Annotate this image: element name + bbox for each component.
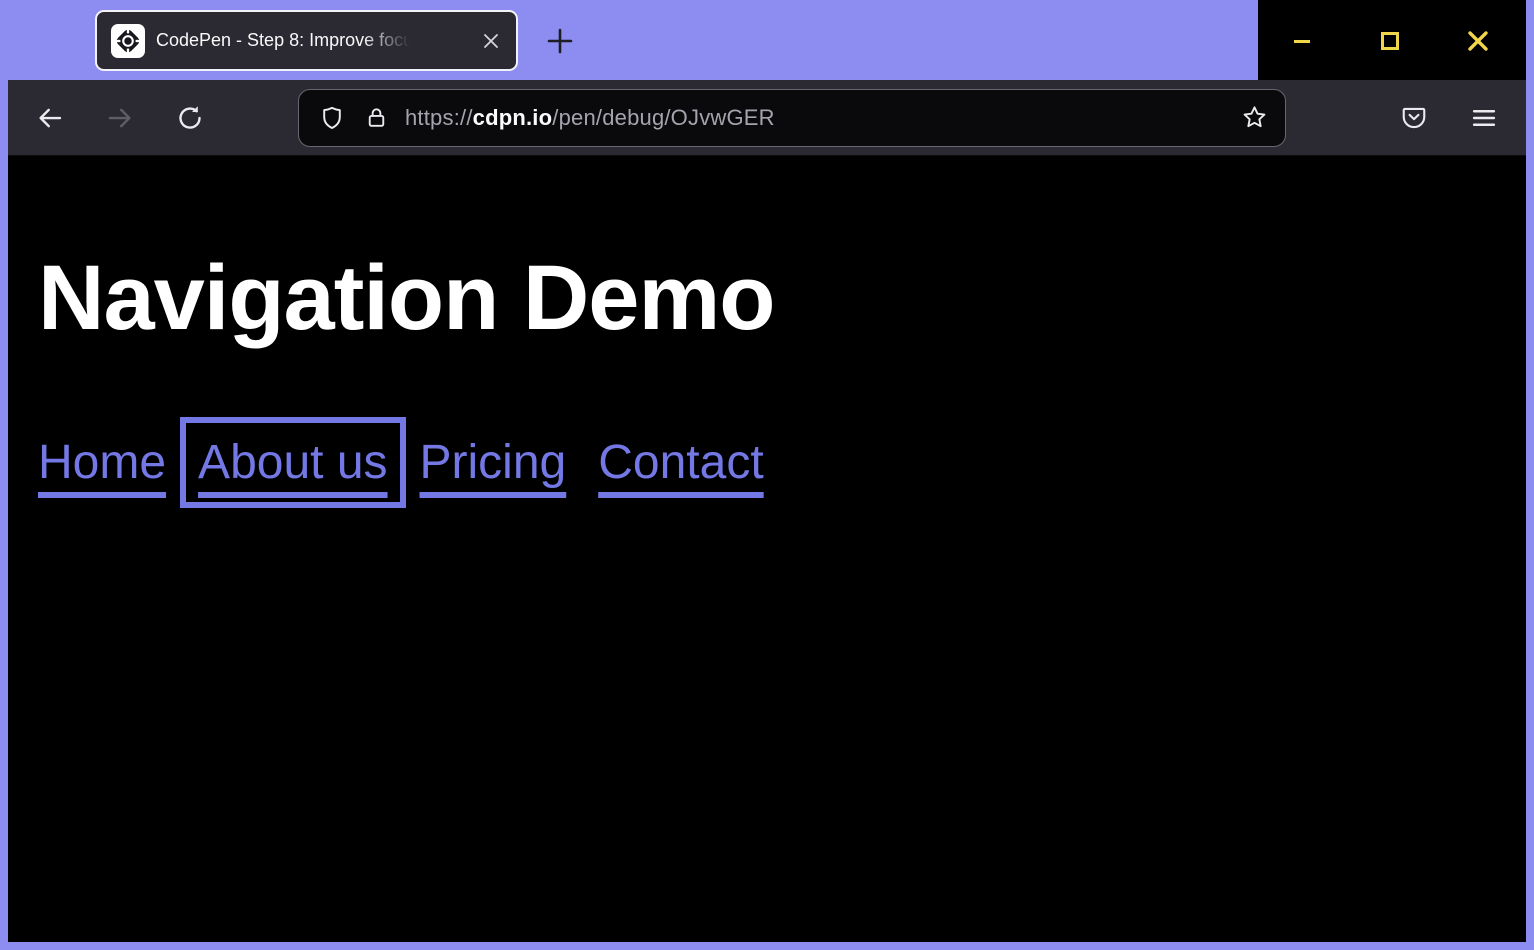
reload-button[interactable]: [168, 96, 212, 140]
codepen-favicon: [111, 24, 145, 58]
nav-link-contact[interactable]: Contact: [598, 435, 763, 490]
plus-icon: [545, 26, 575, 56]
tab-close-button[interactable]: [480, 30, 502, 52]
maximize-icon: [1378, 29, 1402, 53]
window-controls: [1258, 0, 1526, 81]
minimize-icon: [1290, 29, 1314, 53]
titlebar: CodePen - Step 8: Improve focu: [0, 0, 1534, 80]
minimize-button[interactable]: [1280, 19, 1324, 63]
site-navigation: Home About us Pricing Contact: [38, 435, 1526, 490]
codepen-icon: [114, 27, 142, 55]
close-icon: [1465, 28, 1491, 54]
browser-window: CodePen - Step 8: Improve focu: [0, 0, 1534, 950]
url-bar[interactable]: https://cdpn.io/pen/debug/OJvwGER: [298, 89, 1286, 147]
shield-icon: [319, 105, 345, 131]
close-window-button[interactable]: [1456, 19, 1500, 63]
pocket-icon: [1400, 104, 1428, 132]
reload-icon: [175, 103, 205, 133]
back-button[interactable]: [28, 96, 72, 140]
browser-tab[interactable]: CodePen - Step 8: Improve focu: [95, 10, 518, 71]
hamburger-menu-icon: [1470, 104, 1498, 132]
forward-button[interactable]: [98, 96, 142, 140]
nav-link-pricing[interactable]: Pricing: [420, 435, 567, 490]
forward-arrow-icon: [105, 103, 135, 133]
bookmark-button[interactable]: [1239, 103, 1269, 133]
nav-link-about-us[interactable]: About us: [198, 435, 387, 490]
lock-icon: [364, 105, 389, 130]
tab-title: CodePen - Step 8: Improve focu: [156, 30, 413, 51]
site-security-button[interactable]: [361, 103, 391, 133]
tracking-protection-button[interactable]: [317, 103, 347, 133]
browser-chrome: https://cdpn.io/pen/debug/OJvwGER: [8, 80, 1526, 942]
nav-link-home[interactable]: Home: [38, 435, 166, 490]
url-domain: cdpn.io: [473, 105, 553, 130]
menu-button[interactable]: [1462, 96, 1506, 140]
url-text[interactable]: https://cdpn.io/pen/debug/OJvwGER: [405, 105, 1225, 131]
maximize-button[interactable]: [1368, 19, 1412, 63]
navigation-toolbar: https://cdpn.io/pen/debug/OJvwGER: [8, 80, 1526, 156]
star-icon: [1241, 104, 1268, 131]
close-icon: [482, 32, 500, 50]
pocket-button[interactable]: [1392, 96, 1436, 140]
url-scheme: https://: [405, 105, 473, 130]
page-content: Navigation Demo Home About us Pricing Co…: [8, 156, 1526, 942]
back-arrow-icon: [35, 103, 65, 133]
url-path: /pen/debug/OJvwGER: [552, 105, 775, 130]
new-tab-button[interactable]: [544, 25, 576, 57]
page-title: Navigation Demo: [38, 250, 1526, 347]
